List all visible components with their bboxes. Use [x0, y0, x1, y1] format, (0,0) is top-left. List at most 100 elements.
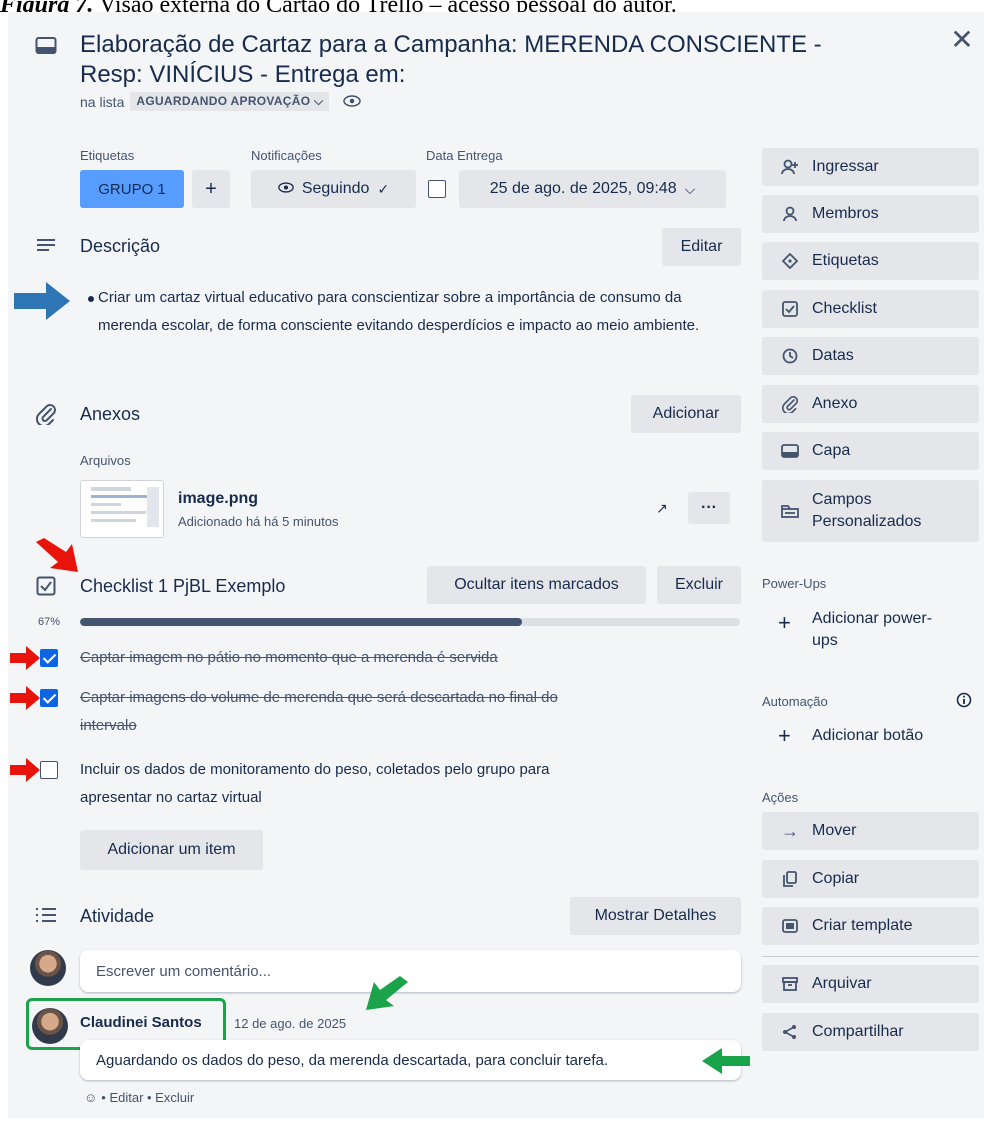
comment-author[interactable]: Claudinei Santos	[80, 1014, 202, 1031]
attachment-meta: Adicionado há há 5 minutos	[178, 514, 339, 529]
annotation-arrow-red	[10, 646, 40, 670]
close-icon[interactable]: ✕	[948, 26, 976, 54]
comment-input[interactable]: Escrever um comentário...	[80, 950, 741, 992]
card-modal: Elaboração de Cartaz para a Campanha: ME…	[8, 12, 984, 1118]
powerups-title: Power-Ups	[762, 576, 827, 591]
card-title[interactable]: Elaboração de Cartaz para a Campanha: ME…	[80, 30, 880, 90]
annotation-arrow-blue	[14, 282, 70, 320]
info-icon[interactable]	[956, 692, 972, 713]
checklist-icon	[34, 574, 58, 598]
checklist-label: Checklist	[812, 300, 877, 317]
custom-fields-button[interactable]: Campos Personalizados	[762, 480, 979, 542]
annotation-arrow-red	[10, 686, 40, 710]
add-button-button[interactable]: + Adicionar botão	[778, 724, 923, 748]
add-attachment-button[interactable]: Adicionar	[631, 395, 741, 433]
checklist-item-checkbox[interactable]	[40, 761, 58, 779]
description-text[interactable]: Criar um cartaz virtual educativo para c…	[98, 284, 738, 340]
custom-fields-label: Campos Personalizados	[812, 491, 922, 530]
chevron-down-icon: ⌵	[314, 94, 324, 108]
create-template-label: Criar template	[812, 917, 913, 934]
share-label: Compartilhar	[812, 1023, 904, 1040]
show-details-button[interactable]: Mostrar Detalhes	[570, 897, 741, 935]
due-complete-checkbox[interactable]	[428, 180, 446, 198]
annotation-arrow-green	[702, 1048, 750, 1074]
checklist-progress-fill	[80, 618, 523, 626]
add-powerups-label: Adicionar power-ups	[812, 610, 933, 649]
attachment-more-button[interactable]: ···	[688, 492, 730, 524]
attachment-thumbnail[interactable]	[80, 480, 164, 538]
share-icon	[780, 1024, 800, 1040]
copy-icon	[780, 871, 800, 887]
edit-description-button[interactable]: Editar	[662, 228, 741, 266]
eye-icon	[278, 180, 294, 198]
emoji-icon[interactable]: ☺	[84, 1090, 97, 1105]
comment-actions: ☺ • Editar • Excluir	[84, 1090, 194, 1105]
comment-date[interactable]: 12 de ago. de 2025	[234, 1016, 346, 1031]
notifications-title: Notificações	[251, 148, 322, 163]
due-date-button[interactable]: 25 de ago. de 2025, 09:48 ⌵	[459, 170, 726, 208]
members-button[interactable]: Membros	[762, 195, 979, 233]
attachment-button[interactable]: Anexo	[762, 385, 979, 423]
create-template-button[interactable]: Criar template	[762, 907, 979, 945]
archive-label: Arquivar	[812, 975, 872, 992]
move-button[interactable]: → Mover	[762, 812, 979, 850]
move-label: Mover	[812, 822, 857, 839]
plus-icon: +	[778, 610, 791, 635]
copy-label: Copiar	[812, 870, 860, 887]
description-title: Descrição	[80, 236, 161, 256]
files-label: Arquivos	[80, 453, 131, 468]
attachment-name[interactable]: image.png	[178, 490, 258, 508]
members-label: Membros	[812, 205, 879, 222]
copy-button[interactable]: Copiar	[762, 860, 979, 898]
description-icon	[34, 236, 58, 256]
checklist-progress-bar	[80, 618, 740, 626]
add-label-button[interactable]: +	[192, 170, 230, 208]
delete-checklist-button[interactable]: Excluir	[657, 566, 741, 604]
labels-button[interactable]: Etiquetas	[762, 242, 979, 280]
paperclip-icon	[34, 402, 58, 426]
follow-button[interactable]: Seguindo ✓	[251, 170, 416, 208]
avatar	[32, 1008, 68, 1044]
in-list-prefix: na lista	[80, 93, 125, 110]
comment-body: Aguardando os dados do peso, da merenda …	[80, 1040, 741, 1080]
attachment-label: Anexo	[812, 395, 858, 412]
automation-title: Automação	[762, 694, 828, 709]
checklist-item-text[interactable]: Captar imagens do volume de merenda que …	[80, 684, 600, 740]
user-icon	[780, 206, 800, 222]
archive-button[interactable]: Arquivar	[762, 965, 979, 1003]
annotation-arrow-green	[366, 976, 408, 1010]
checklist-item-text[interactable]: Incluir os dados de monitoramento do pes…	[80, 756, 620, 812]
actions-title: Ações	[762, 790, 799, 805]
checklist-item-checkbox[interactable]	[40, 689, 58, 707]
avatar	[30, 950, 66, 986]
annotation-arrow-red	[36, 538, 78, 572]
comment-actions-text[interactable]: • Editar • Excluir	[101, 1090, 194, 1105]
archive-icon	[780, 976, 800, 992]
hide-checked-button[interactable]: Ocultar itens marcados	[427, 566, 646, 604]
cover-icon	[780, 444, 800, 458]
sidebar-divider	[762, 956, 979, 957]
activity-title: Atividade	[80, 906, 155, 926]
list-name-badge[interactable]: AGUARDANDO APROVAÇÃO ⌵	[130, 92, 330, 111]
custom-fields-icon	[780, 504, 800, 518]
bullet	[88, 296, 94, 302]
share-button[interactable]: Compartilhar	[762, 1013, 979, 1051]
add-powerups-button[interactable]: + Adicionar power-ups	[778, 608, 952, 652]
checklist-button[interactable]: Checklist	[762, 290, 979, 328]
checklist-item-text[interactable]: Captar imagem no pátio no momento que a …	[80, 644, 640, 672]
dates-button[interactable]: Datas	[762, 337, 979, 375]
checklist-item-checkbox[interactable]	[40, 649, 58, 667]
join-button[interactable]: Ingressar	[762, 148, 979, 186]
checklist-percent: 67%	[38, 616, 61, 628]
add-checklist-item-button[interactable]: Adicionar um item	[80, 830, 263, 870]
checklist-title[interactable]: Checklist 1 PjBL Exemplo	[80, 576, 285, 597]
activity-icon	[34, 905, 58, 925]
paperclip-icon	[780, 395, 800, 413]
eye-icon[interactable]	[343, 94, 362, 110]
attachments-title: Anexos	[80, 404, 141, 424]
chevron-down-icon: ⌵	[684, 180, 696, 197]
label-chip-grupo-1[interactable]: GRUPO 1	[80, 170, 184, 208]
clock-icon	[780, 348, 800, 364]
cover-button[interactable]: Capa	[762, 432, 979, 470]
open-external-icon[interactable]: ↗	[656, 500, 668, 517]
